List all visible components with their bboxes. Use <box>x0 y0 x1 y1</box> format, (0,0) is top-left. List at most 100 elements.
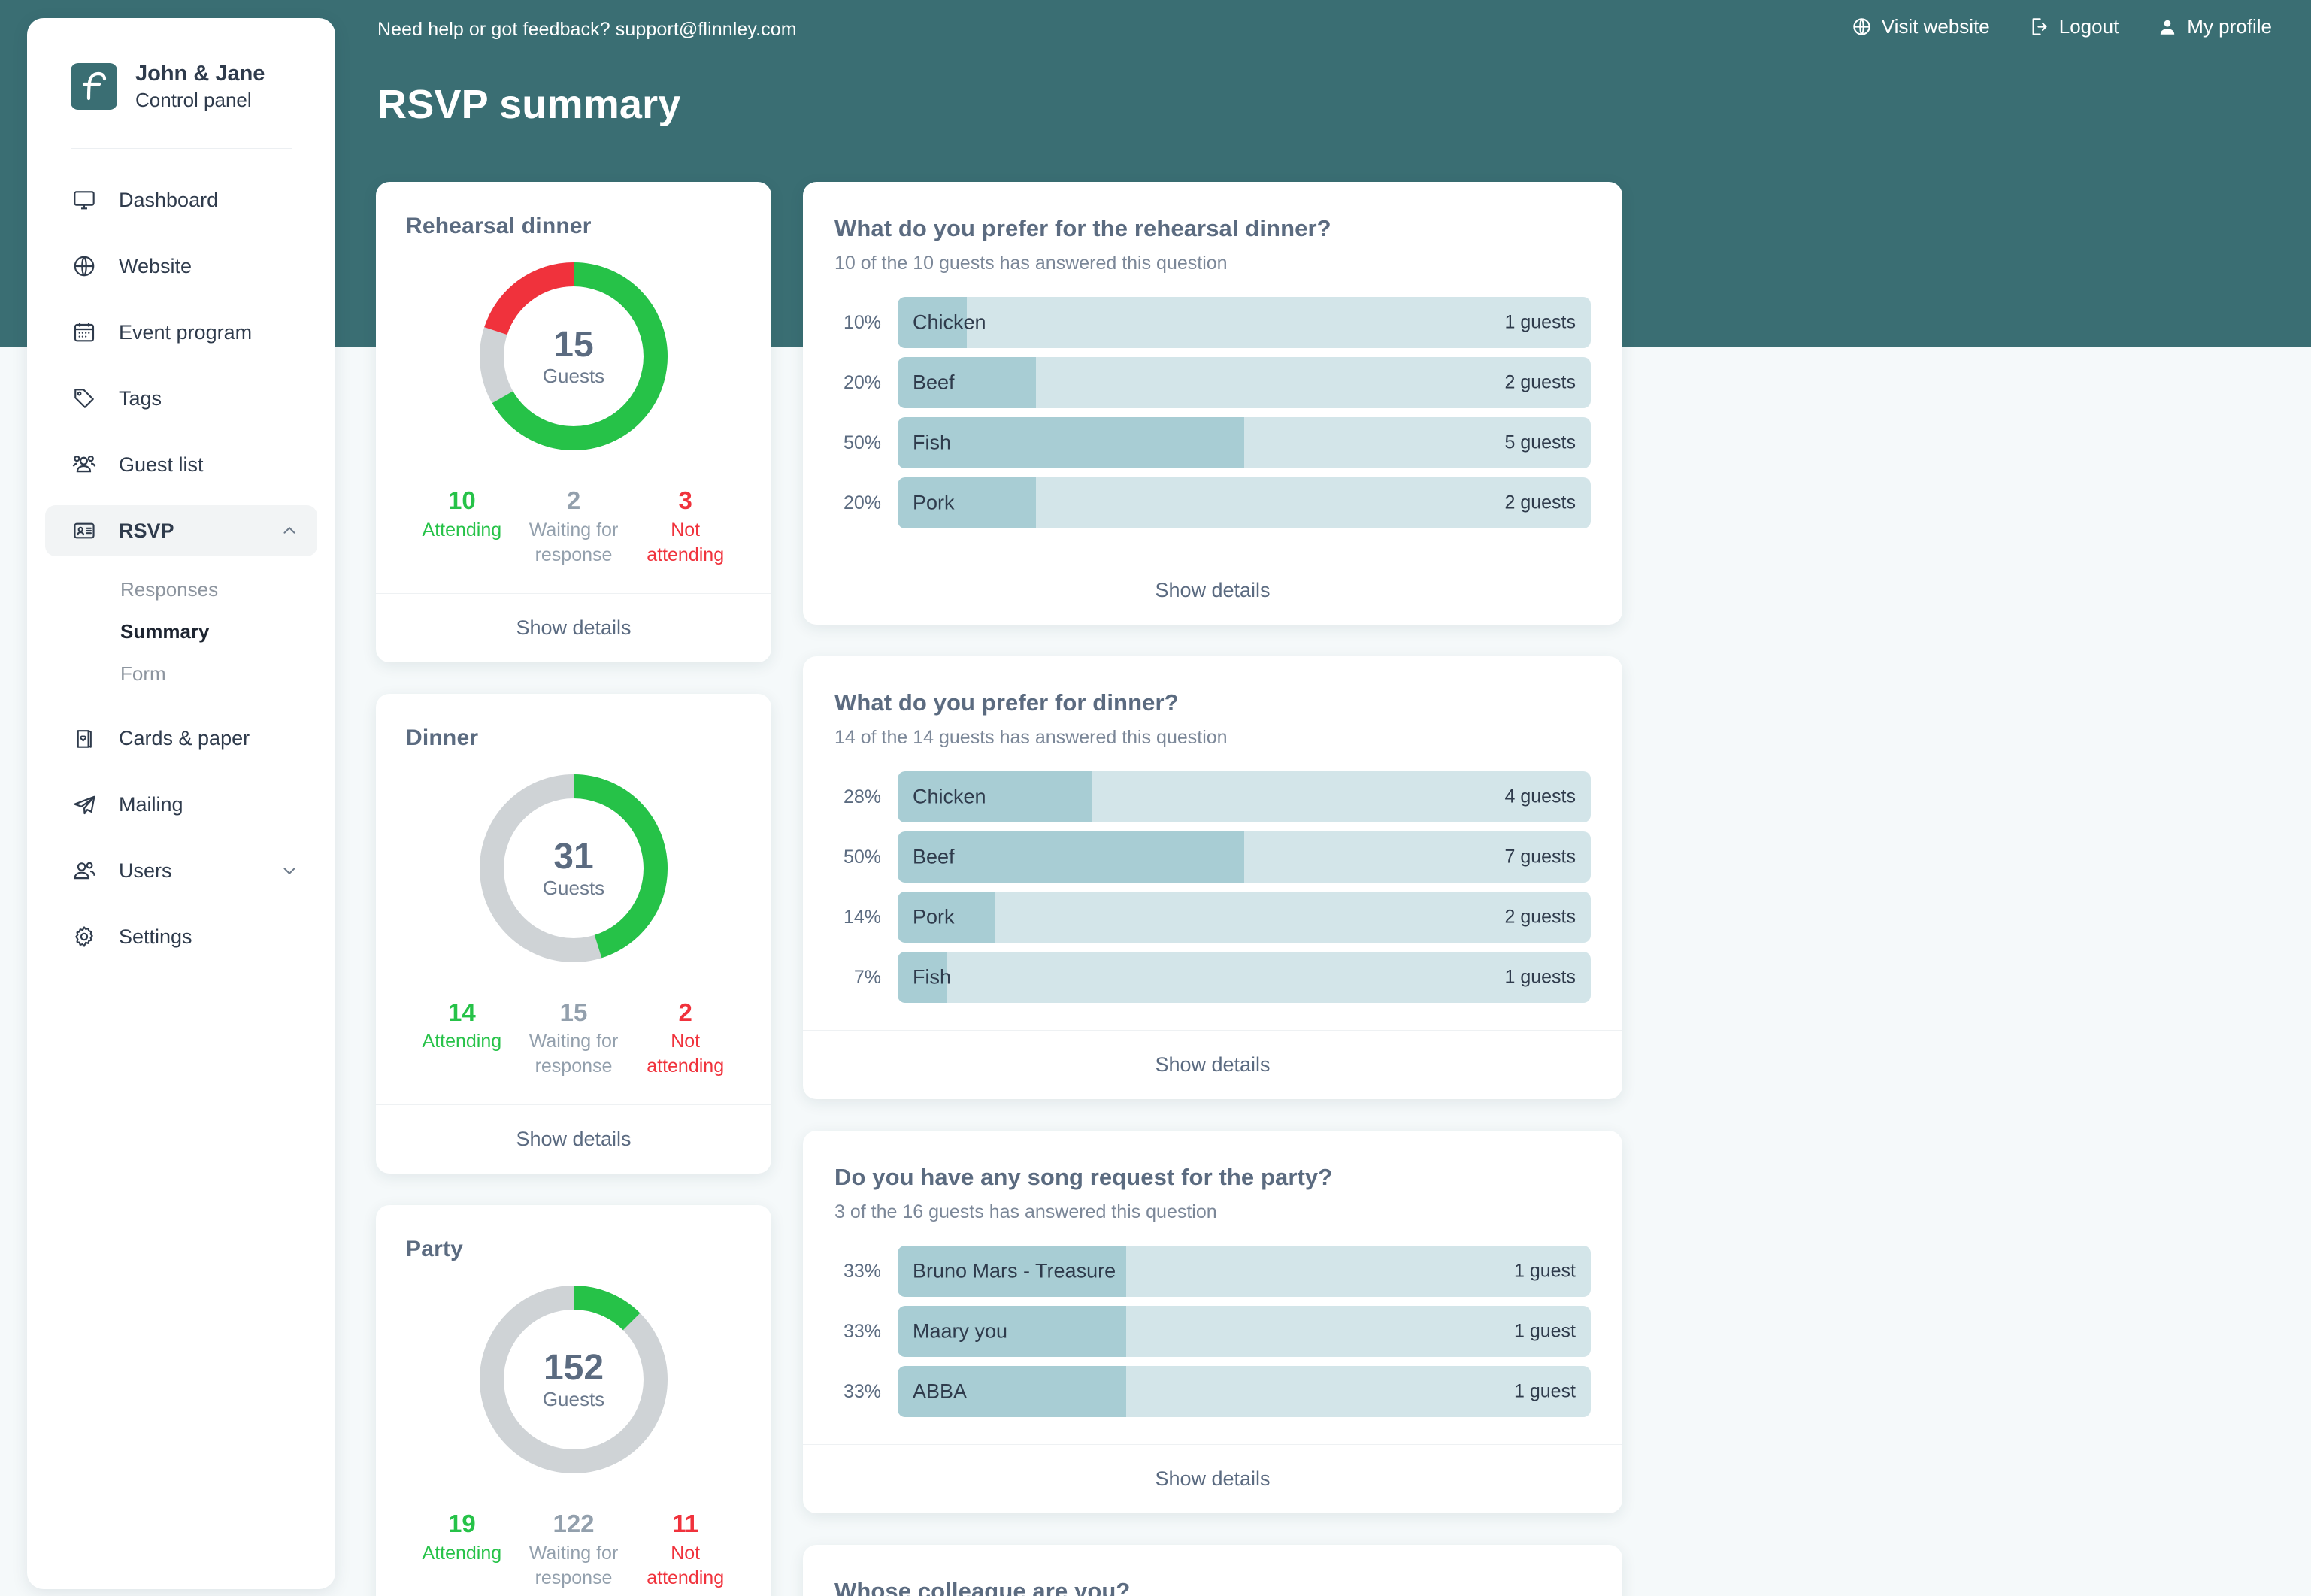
stat-attending: 14 Attending <box>406 996 518 1080</box>
sidebar-label-tags: Tags <box>119 386 162 410</box>
sidebar-item-website[interactable]: Website <box>45 241 317 292</box>
answer-percent: 28% <box>843 786 881 807</box>
stat-attending-value: 14 <box>447 998 476 1026</box>
answer-percent: 7% <box>853 966 881 988</box>
show-details-button[interactable]: Show details <box>376 1104 771 1174</box>
answer-label: Fish <box>913 431 952 454</box>
event-card-title: Party <box>406 1237 464 1262</box>
stat-attending-value: 10 <box>447 486 476 514</box>
answer-bars: 10% Chicken 1 guests 20% Beef 2 guests 5… <box>834 297 1591 528</box>
event-card-rehearsal-dinner: Rehearsal dinner 15 Guests 10 Attending … <box>376 182 771 662</box>
logout-button[interactable]: Logout <box>2029 15 2119 38</box>
id-card-icon <box>71 517 98 544</box>
sidebar-item-users[interactable]: Users <box>45 845 317 896</box>
answer-bar-track: Pork 2 guests <box>898 477 1591 528</box>
user-icon <box>2158 17 2177 37</box>
question-card-dinner-preference: What do you prefer for dinner? 14 of the… <box>803 656 1622 1099</box>
answer-row: 33% Bruno Mars - Treasure 1 guest <box>834 1246 1591 1297</box>
answer-row: 50% Beef 7 guests <box>834 831 1591 883</box>
sidebar-item-summary[interactable]: Summary <box>27 610 335 653</box>
stat-waiting-label: Waiting for response <box>529 1031 619 1077</box>
sidebar-label-cards-and-paper: Cards & paper <box>119 726 250 750</box>
show-details-label: Show details <box>1155 579 1271 601</box>
flinnley-f-logo-icon <box>71 62 117 110</box>
visit-website-button[interactable]: Visit website <box>1852 15 1990 38</box>
sidebar-label-rsvp: RSVP <box>119 519 174 542</box>
question-subtitle: 10 of the 10 guests has answered this qu… <box>834 253 1228 274</box>
answer-percent: 20% <box>843 492 881 513</box>
question-card-body: What do you prefer for dinner? 14 of the… <box>803 656 1622 1030</box>
sidebar-item-event-program[interactable]: Event program <box>45 307 317 358</box>
brand[interactable]: John & Jane Control panel <box>27 18 335 112</box>
answer-row: 10% Chicken 1 guests <box>834 297 1591 348</box>
stat-not-attending-label: Not attending <box>647 519 725 565</box>
show-details-label: Show details <box>1155 1053 1271 1076</box>
donut-chart-rehearsal-dinner: 15 Guests <box>473 256 674 457</box>
event-stats: 19 Attending 122 Waiting for response 11… <box>406 1507 741 1596</box>
show-details-button[interactable]: Show details <box>376 592 771 662</box>
guests-icon <box>71 451 98 478</box>
answer-row: 33% ABBA 1 guest <box>834 1366 1591 1417</box>
donut-center: 152 Guests <box>473 1279 674 1480</box>
question-subtitle: 3 of the 16 guests has answered this que… <box>834 1201 1217 1222</box>
show-details-button[interactable]: Show details <box>803 556 1622 625</box>
sidebar-item-responses[interactable]: Responses <box>27 568 335 610</box>
monitor-icon <box>71 186 98 214</box>
event-card-body: Party 152 Guests 19 Attending 122 Waitin… <box>376 1205 771 1596</box>
brand-text: John & Jane Control panel <box>135 60 265 112</box>
stat-waiting-label: Waiting for response <box>529 519 619 565</box>
answer-label: Pork <box>913 491 955 514</box>
sidebar-item-mailing[interactable]: Mailing <box>45 779 317 830</box>
sidebar-item-rsvp[interactable]: RSVP <box>45 505 317 557</box>
sidebar-item-tags[interactable]: Tags <box>45 373 317 424</box>
stat-attending-label: Attending <box>422 519 502 541</box>
show-details-label: Show details <box>1155 1467 1271 1490</box>
answer-count: 1 guest <box>1513 1380 1576 1402</box>
stat-attending: 10 Attending <box>406 484 518 568</box>
question-cards-column: What do you prefer for the rehearsal din… <box>803 182 1622 1596</box>
stat-not-attending-value: 2 <box>678 998 692 1026</box>
main-content: Rehearsal dinner 15 Guests 10 Attending … <box>376 182 2278 1596</box>
answer-row: 7% Fish 1 guests <box>834 952 1591 1003</box>
sidebar-label-guest-list: Guest list <box>119 453 204 476</box>
question-subtitle: 14 of the 14 guests has answered this qu… <box>834 727 1228 748</box>
event-card-party: Party 152 Guests 19 Attending 122 Waitin… <box>376 1205 771 1596</box>
show-details-button[interactable]: Show details <box>803 1444 1622 1513</box>
answer-bar-track: Maary you 1 guest <box>898 1306 1591 1357</box>
answer-row: 28% Chicken 4 guests <box>834 771 1591 822</box>
answer-label: Maary you <box>913 1319 1008 1343</box>
donut-center: 15 Guests <box>473 256 674 457</box>
chevron-up-icon[interactable] <box>280 521 299 541</box>
answer-row: 20% Beef 2 guests <box>834 357 1591 408</box>
stat-waiting-label: Waiting for response <box>529 1542 619 1588</box>
question-title: What do you prefer for dinner? <box>834 689 1179 716</box>
sidebar-item-guest-list[interactable]: Guest list <box>45 439 317 490</box>
logout-icon <box>2029 17 2049 37</box>
answer-label: Pork <box>913 905 955 928</box>
donut-caption: Guests <box>542 1388 605 1411</box>
answer-row: 20% Pork 2 guests <box>834 477 1591 528</box>
sidebar-item-form[interactable]: Form <box>27 653 335 695</box>
stat-not-attending: 2 Not attending <box>629 996 741 1080</box>
sidebar-item-cards-and-paper[interactable]: Cards & paper <box>45 713 317 764</box>
sidebar-item-dashboard[interactable]: Dashboard <box>45 174 317 226</box>
answer-percent: 33% <box>843 1380 881 1402</box>
answer-bars: 28% Chicken 4 guests 50% Beef 7 guests 1… <box>834 771 1591 1003</box>
answer-bar-track: Fish 1 guests <box>898 952 1591 1003</box>
answer-label: Chicken <box>913 785 986 808</box>
stat-waiting-value: 2 <box>566 486 581 514</box>
sidebar-label-summary: Summary <box>120 619 210 643</box>
my-profile-button[interactable]: My profile <box>2158 15 2272 38</box>
answer-label: Bruno Mars - Treasure <box>913 1259 1116 1283</box>
paper-plane-icon <box>71 791 98 818</box>
show-details-button[interactable]: Show details <box>803 1030 1622 1099</box>
answer-count: 1 guest <box>1513 1320 1576 1342</box>
stat-not-attending-label: Not attending <box>647 1542 725 1588</box>
answer-percent: 33% <box>843 1320 881 1342</box>
answer-count: 1 guests <box>1504 311 1576 333</box>
donut-chart-party: 152 Guests <box>473 1279 674 1480</box>
sidebar-item-settings[interactable]: Settings <box>45 911 317 962</box>
page-title: RSVP summary <box>377 82 681 127</box>
card-heart-icon <box>71 725 98 752</box>
chevron-down-icon[interactable] <box>280 861 299 880</box>
